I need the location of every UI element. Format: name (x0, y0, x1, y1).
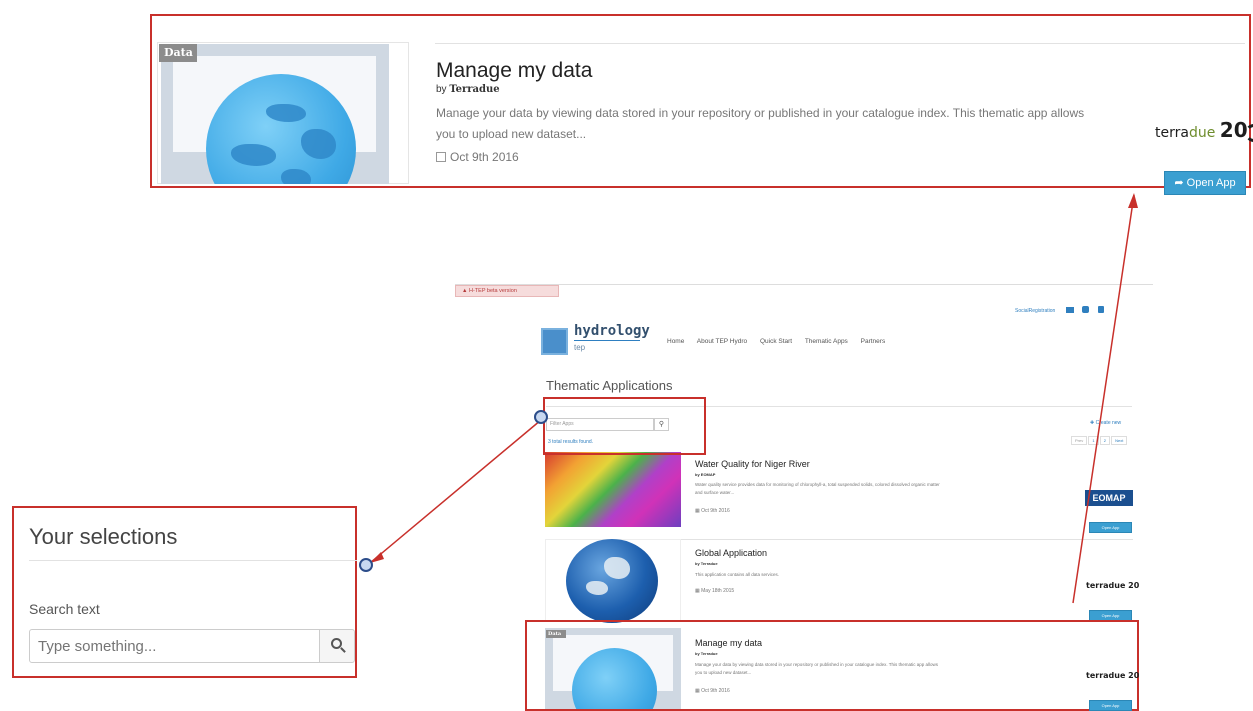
annotation-arrows (369, 193, 1138, 604)
anchor-dot-filter (534, 410, 548, 424)
anchor-dot-selections (359, 558, 373, 572)
